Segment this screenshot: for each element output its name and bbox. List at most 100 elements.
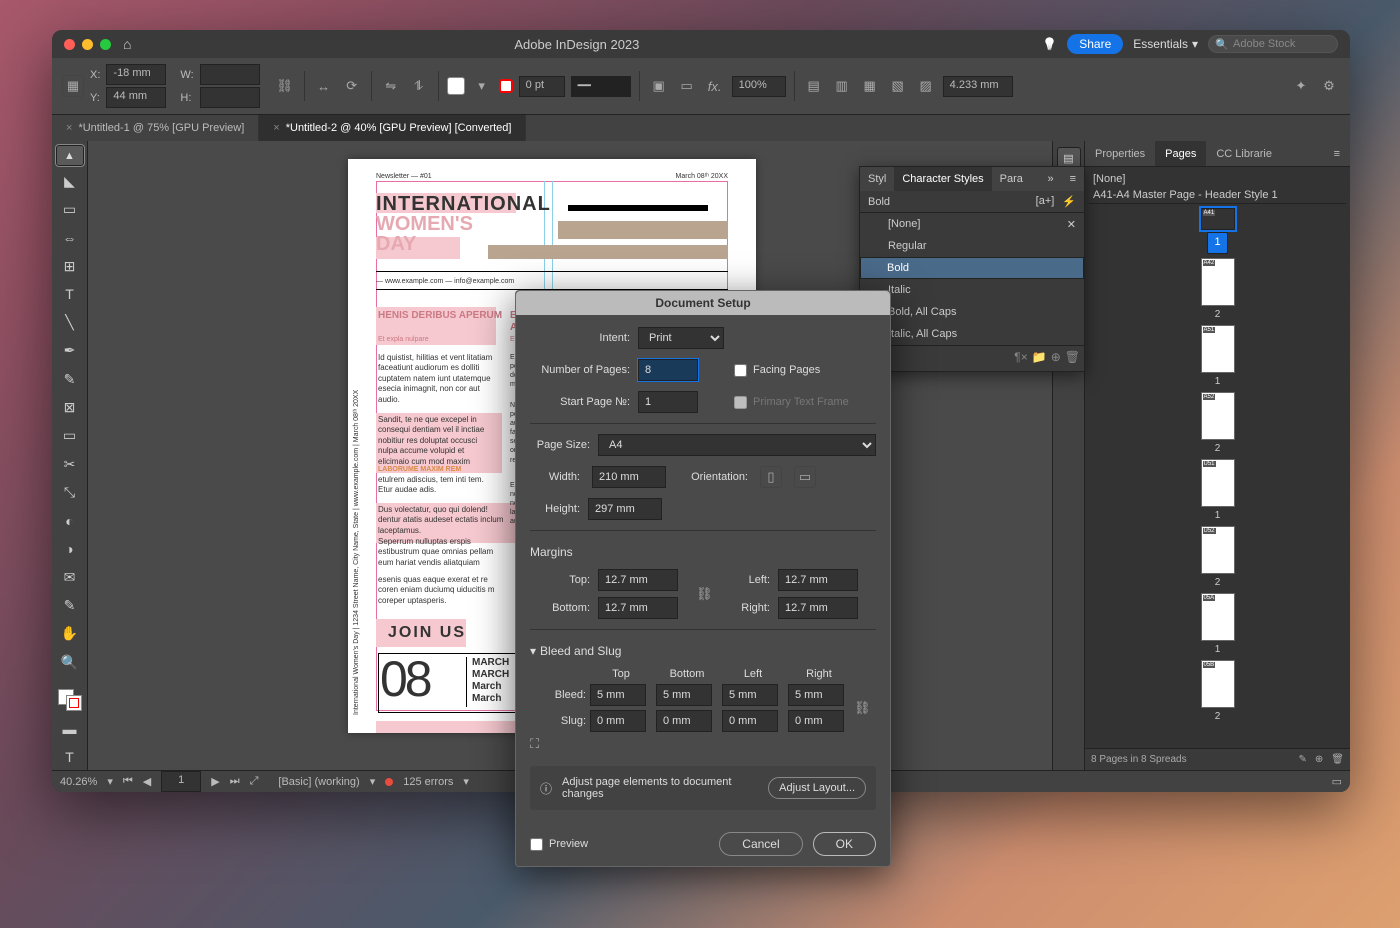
minimize-window[interactable] [82,39,93,50]
pages-master[interactable]: A41-A4 Master Page - Header Style 1 [1089,187,1346,204]
wrap-offset[interactable]: 4.233 mm [943,76,1013,97]
h-value[interactable] [200,87,260,108]
page-tool[interactable]: ▭ [56,196,84,222]
page-thumb[interactable]: U511 [1093,459,1342,522]
ref-point-icon[interactable]: ▦ [62,75,84,97]
preview-check[interactable]: Preview [530,838,588,851]
margin-bottom-input[interactable] [598,597,678,619]
apply-color-icon[interactable]: ▬ [56,715,84,741]
error-count[interactable]: 125 errors [403,776,453,788]
slug-top[interactable] [590,710,646,732]
height-input[interactable] [588,498,662,520]
zoom-tool[interactable]: 🔍 [56,649,84,675]
gradient-swatch-tool[interactable]: ◐ [56,508,84,534]
stroke-swatch[interactable] [499,79,513,93]
close-tab-icon[interactable]: × [66,122,72,134]
pen-tool[interactable]: ✒ [56,338,84,364]
nav-last-icon[interactable]: ⏭ [230,775,240,788]
wrap4-icon[interactable]: ▧ [887,75,909,97]
link-margins-icon[interactable]: ⛓ [696,586,714,602]
x-value[interactable]: -18 mm [106,64,166,85]
style-row[interactable]: Italic [860,279,1084,301]
style-row[interactable]: Bold, All Caps [860,301,1084,323]
fill-stroke-swap[interactable] [56,687,84,713]
rotate-icon[interactable]: ⟳ [341,75,363,97]
line-tool[interactable]: ╲ [56,310,84,336]
page-thumb[interactable]: U522 [1093,526,1342,589]
close-tab-icon[interactable]: × [273,122,279,134]
edit-page-icon[interactable]: ✎ [1299,754,1307,765]
margin-right-input[interactable] [778,597,858,619]
margin-left-input[interactable] [778,569,858,591]
panel-menu-icon[interactable]: ≡ [1324,141,1350,166]
stroke-style[interactable]: ━━ [571,76,631,97]
content-collector-tool[interactable]: ⊞ [56,253,84,279]
page-size-select[interactable]: A4 [598,434,876,456]
tab-styles-short[interactable]: Styl [860,167,894,191]
delete-style-icon[interactable]: 🗑 [1065,350,1080,367]
facing-pages-check[interactable]: Facing Pages [734,364,834,377]
page-thumb[interactable]: A511 [1093,325,1342,388]
page-number-field[interactable]: 1 [161,771,201,792]
rectangle-tool[interactable]: ▭ [56,423,84,449]
apply-text-icon[interactable]: T [56,744,84,770]
maximize-window[interactable] [100,39,111,50]
slug-right[interactable] [788,710,844,732]
selection-tool[interactable]: ▲ [56,145,84,166]
nav-prev-icon[interactable]: ◀ [143,775,151,788]
page-thumb[interactable]: 05A1 [1093,593,1342,656]
wrap3-icon[interactable]: ▦ [859,75,881,97]
direct-selection-tool[interactable]: ◣ [56,168,84,194]
free-transform-tool[interactable]: ⤡ [56,479,84,505]
panel-more-icon[interactable]: » [1039,167,1061,191]
auto-fit-icon[interactable]: ▣ [648,75,670,97]
rectangle-frame-tool[interactable]: ⊠ [56,394,84,420]
note-tool[interactable]: ✉ [56,564,84,590]
tab-character-styles[interactable]: Character Styles [894,167,991,191]
fill-dropdown-icon[interactable]: ▾ [471,75,493,97]
settings-gear-icon[interactable]: ⚙ [1318,75,1340,97]
gap-tool[interactable]: ⇔ [56,225,84,251]
new-style-icon[interactable]: ⊕ [1051,350,1061,367]
style-row[interactable]: Bold [860,257,1084,279]
gradient-feather-tool[interactable]: ◑ [56,536,84,562]
style-row[interactable]: [None]✕ [860,213,1084,235]
zoom-value[interactable]: 40.26% [60,776,97,788]
panel-menu-icon[interactable]: ≡ [1062,167,1084,191]
stroke-weight[interactable]: 0 pt [519,76,565,97]
workspace-switcher[interactable]: Essentials▾ [1133,37,1198,51]
doc-tab-2[interactable]: × *Untitled-2 @ 40% [GPU Preview] [Conve… [259,115,526,141]
pencil-tool[interactable]: ✎ [56,366,84,392]
fx-icon[interactable]: fx. [704,75,726,97]
bulb-icon[interactable]: 💡 [1042,37,1057,51]
fill-swatch[interactable] [447,77,465,95]
delete-page-icon[interactable]: 🗑 [1331,754,1344,765]
bleed-top[interactable] [590,684,646,706]
flip-v-icon[interactable]: ⥮ [408,75,430,97]
intent-select[interactable]: Print [638,327,724,349]
quick-apply-icon[interactable]: ✦ [1290,75,1312,97]
hand-tool[interactable]: ✋ [56,621,84,647]
constrain-icon[interactable]: ⛓ [274,75,296,97]
margin-top-input[interactable] [598,569,678,591]
clear-override-icon[interactable]: ¶× [1014,350,1027,367]
open-nav-icon[interactable]: ⤢ [250,775,259,788]
adjust-layout-button[interactable]: Adjust Layout... [768,777,866,799]
ok-button[interactable]: OK [813,832,876,856]
pages-none[interactable]: [None] [1089,171,1346,187]
preflight-profile[interactable]: [Basic] (working) [278,776,359,788]
nav-first-icon[interactable]: ⏮ [123,775,133,788]
tab-pages[interactable]: Pages [1155,141,1206,166]
slug-bottom[interactable] [656,710,712,732]
new-group-icon[interactable]: [a+] [1036,195,1055,208]
style-row[interactable]: Italic, All Caps [860,323,1084,345]
cancel-button[interactable]: Cancel [719,832,802,856]
slug-left[interactable] [722,710,778,732]
num-pages-input[interactable] [638,359,698,381]
page-thumb[interactable]: A411 [1093,208,1342,254]
doc-tab-1[interactable]: × *Untitled-1 @ 75% [GPU Preview] [52,115,259,141]
style-row[interactable]: Regular [860,235,1084,257]
wrap1-icon[interactable]: ▤ [803,75,825,97]
adobe-stock-search[interactable]: 🔍Adobe Stock [1208,35,1338,53]
fit-icon[interactable]: ▭ [676,75,698,97]
